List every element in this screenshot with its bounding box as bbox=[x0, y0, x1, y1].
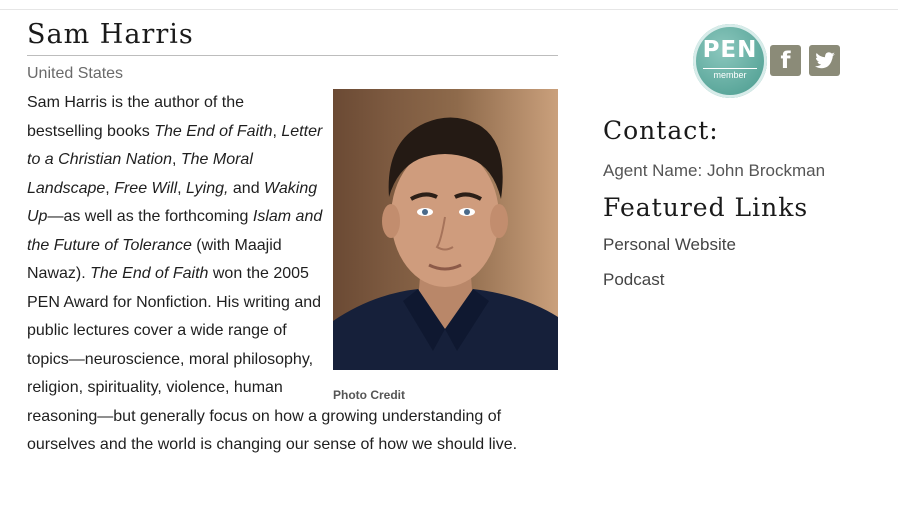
podcast-link[interactable]: Podcast bbox=[603, 269, 664, 291]
profile-bio-section: Photo Credit Sam Harris is the author of… bbox=[27, 89, 558, 460]
bio-text-segment: , bbox=[171, 151, 181, 168]
bio-book-title: Lying, bbox=[186, 179, 229, 197]
profile-main: Sam Harris United States Photo Credit Sa… bbox=[27, 16, 558, 460]
pen-badge-label: PEN bbox=[702, 37, 758, 63]
bio-text-segment: and bbox=[228, 179, 265, 197]
bio-book-title: The End of Faith bbox=[154, 122, 273, 140]
twitter-icon[interactable] bbox=[809, 45, 840, 76]
name-divider bbox=[27, 55, 558, 56]
facebook-icon[interactable]: f bbox=[770, 45, 801, 76]
pen-badge-sublabel: member bbox=[703, 68, 757, 80]
contact-heading: Contact: bbox=[603, 116, 719, 145]
agent-name: Agent Name: John Brockman bbox=[603, 161, 826, 180]
bio-text-segment: —as well as the forthcoming bbox=[47, 208, 253, 225]
bio-text-segment: , bbox=[105, 179, 115, 197]
personal-website-link[interactable]: Personal Website bbox=[603, 234, 736, 256]
author-portrait-illustration bbox=[333, 117, 558, 370]
bio-book-title: The End of Faith bbox=[90, 265, 209, 282]
photo-figure: Photo Credit bbox=[333, 89, 558, 402]
author-photo bbox=[333, 89, 558, 370]
pen-member-badge[interactable]: PEN member bbox=[693, 24, 767, 98]
bio-text-segment: , bbox=[177, 179, 187, 197]
featured-links-heading: Featured Links bbox=[603, 193, 809, 222]
bio-book-title: Free Will bbox=[114, 179, 178, 197]
profile-country: United States bbox=[27, 65, 124, 82]
top-divider bbox=[0, 9, 898, 10]
photo-credit[interactable]: Photo Credit bbox=[333, 388, 558, 402]
profile-name: Sam Harris bbox=[27, 19, 194, 50]
